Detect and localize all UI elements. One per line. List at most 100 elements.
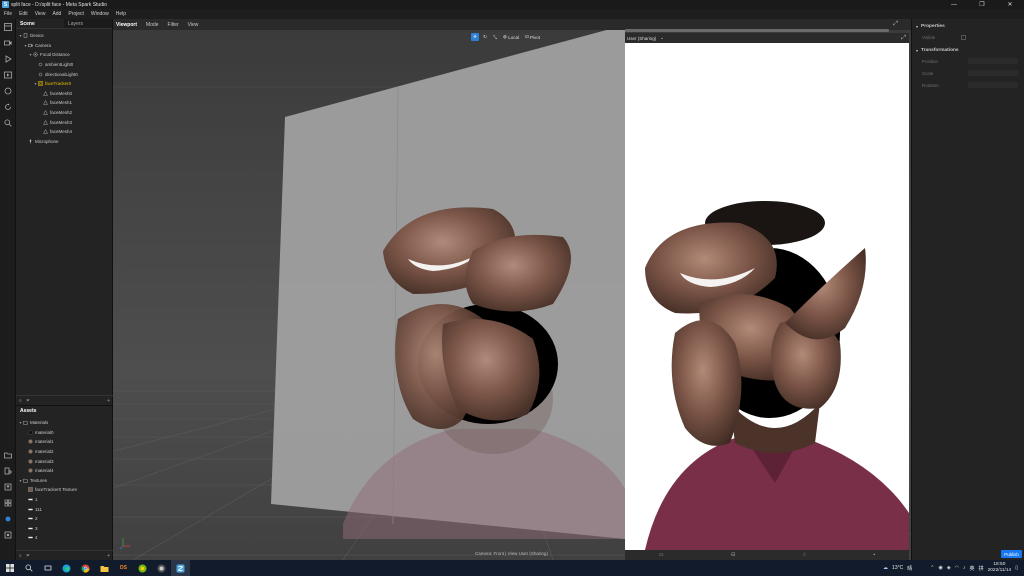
assets_panel-item[interactable]: ▾ Materials [16,418,112,428]
community-icon[interactable] [0,511,16,527]
assets_panel-item[interactable]: 1 [16,495,112,505]
scene_panel-item[interactable]: ▾ Camera [16,41,112,51]
video-icon[interactable] [0,35,16,51]
windows-start-icon[interactable] [0,560,19,576]
tray-app2-icon[interactable]: ◈ [947,565,951,571]
menu-file[interactable]: File [4,11,12,17]
tab-scene[interactable]: Scene [16,19,64,28]
circle-icon[interactable] [0,83,16,99]
simulator-preview[interactable]: User (Sharing) ⌄ ⤢ ▭ ⊟ ☝ ▪ [625,33,909,560]
edge-browser-icon[interactable] [57,560,76,576]
app-ds-icon[interactable]: DS [114,560,133,576]
file-explorer-icon[interactable] [95,560,114,576]
menu-edit[interactable]: Edit [19,11,28,17]
clock[interactable]: 18:50 2022/11/14 [988,562,1012,574]
local-toggle[interactable]: ◍ Local [501,33,521,41]
more-icon[interactable]: ▪ [873,552,875,558]
tab-layers[interactable]: Layers [64,19,112,28]
assets_panel-item[interactable]: material3 [16,456,112,466]
expand-icon[interactable]: ⤢ [893,21,898,28]
restore-icon[interactable]: ❐ [968,0,996,9]
rotate-tool-icon[interactable]: ↻ [481,33,489,41]
expand-icon[interactable]: ⤢ [901,35,906,42]
scene_panel-item[interactable]: faceMesh3 [16,117,112,127]
ime-mode[interactable]: 拼 [979,565,984,572]
camera-icon[interactable]: ▭ [659,552,664,558]
assets_panel-item[interactable]: material0 [16,428,112,438]
folder-icon[interactable] [0,447,16,463]
assets_panel-item[interactable]: 2 [16,514,112,524]
wifi-icon[interactable]: ◠ [955,565,959,571]
add-icon[interactable]: + [107,398,110,404]
refresh-icon[interactable] [0,99,16,115]
menu-filter[interactable]: Filter [168,22,179,28]
devices-icon[interactable] [0,463,16,479]
tab-viewport[interactable]: Viewport [116,22,137,28]
publish-button[interactable]: Publish [1001,550,1022,558]
visible-checkbox[interactable] [961,34,967,40]
move-tool-icon[interactable]: ✥ [471,33,479,41]
search-icon[interactable] [0,115,16,131]
touch-icon[interactable]: ☝ [803,552,806,558]
app-green-icon[interactable] [133,560,152,576]
scene_panel-item[interactable]: faceMesh0 [16,89,112,99]
scene_panel-item[interactable]: Microphone [16,137,112,147]
menu-mode[interactable]: Mode [146,22,159,28]
scene_panel-item[interactable]: ▾ faceTracker0 [16,79,112,89]
preview-scrollbar[interactable] [625,29,889,32]
filter-icon[interactable]: ⏷ [26,553,30,559]
library-icon[interactable] [0,495,16,511]
scene-icon[interactable] [0,19,16,35]
chevron-down-icon[interactable]: ▾ [916,24,918,29]
export-icon[interactable] [0,479,16,495]
scene_panel-item[interactable]: faceMesh1 [16,98,112,108]
menu-window[interactable]: Window [91,11,109,17]
weather-temp[interactable]: 13°C [892,565,903,571]
scale-tool-icon[interactable]: ⤡ [491,33,499,41]
rotation-field[interactable] [968,82,1018,88]
scene_panel-item[interactable]: directionalLight0 [16,69,112,79]
weather-icon[interactable]: ☁ [883,565,888,571]
assets_panel-item[interactable]: material2 [16,447,112,457]
add-icon[interactable]: + [107,553,110,559]
scene_panel-item[interactable]: faceMesh4 [16,127,112,137]
menu-add[interactable]: Add [52,11,61,17]
scene_panel-item[interactable]: ▾ Focal Distance [16,50,112,60]
ime-language[interactable]: 英 [970,565,975,572]
tray-app-icon[interactable]: ◉ [938,565,942,571]
assets_panel-item[interactable]: material1 [16,437,112,447]
assets_panel-item[interactable]: 3 [16,524,112,534]
play-icon[interactable] [0,51,16,67]
weather-condition[interactable]: 晴 [907,565,912,572]
search-icon[interactable]: ⌕ [19,553,22,559]
chevron-up-icon[interactable]: ⌃ [930,565,934,571]
scene_panel-item[interactable]: ▾ Device [16,31,112,41]
position-field[interactable] [968,58,1018,64]
help-icon[interactable] [0,527,16,543]
preview-title[interactable]: User (Sharing) [627,36,656,41]
app-camera-icon[interactable] [152,560,171,576]
assets_panel-item[interactable]: material4 [16,466,112,476]
scene_panel-item[interactable]: ambientLight0 [16,60,112,70]
menu-view-viewport[interactable]: View [188,22,199,28]
assets_panel-item[interactable]: 4 [16,533,112,543]
scene_panel-item[interactable]: faceMesh2 [16,108,112,118]
assets_panel-item[interactable]: faceTracker0 Texture [16,485,112,495]
capture-icon[interactable] [0,67,16,83]
screenshot-icon[interactable]: ⊟ [731,552,735,558]
search-icon[interactable]: ⌕ [19,398,22,404]
search-icon[interactable] [19,560,38,576]
menu-view[interactable]: View [35,11,46,17]
task-view-icon[interactable] [38,560,57,576]
chevron-down-icon[interactable]: ⌄ [660,35,664,41]
close-icon[interactable]: ✕ [996,0,1024,9]
scale-field[interactable] [968,70,1018,76]
meta-spark-studio-icon[interactable] [171,560,190,576]
pivot-toggle[interactable]: ⊡ Pivot [522,33,543,41]
notification-icon[interactable]: ▯ [1015,565,1018,571]
filter-icon[interactable]: ⏷ [26,398,30,404]
volume-icon[interactable]: ♪ [963,565,966,571]
chrome-browser-icon[interactable] [76,560,95,576]
assets_panel-item[interactable]: 111 [16,504,112,514]
minimize-icon[interactable]: — [940,0,968,9]
